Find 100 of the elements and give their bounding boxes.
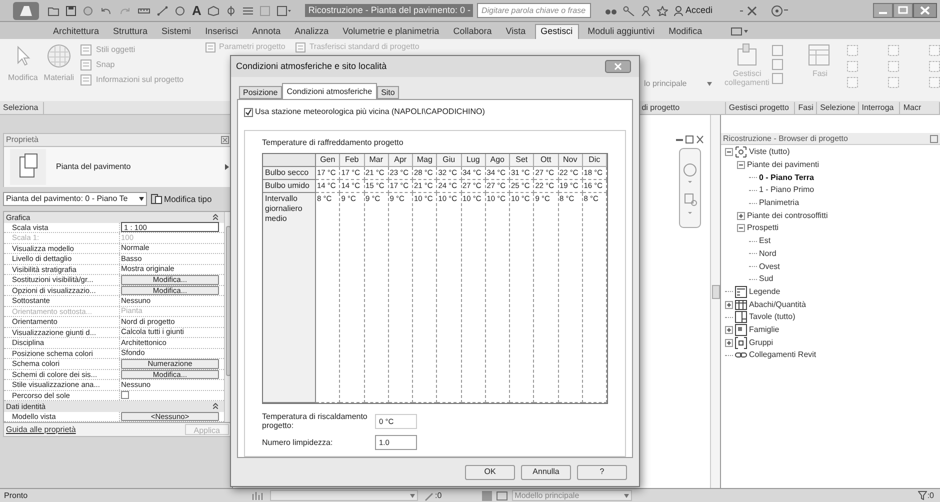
sheet-icon (735, 311, 747, 324)
column-header: Ott (534, 154, 558, 167)
view-window-controls-icon[interactable] (675, 135, 705, 144)
expand-icon[interactable] (737, 212, 745, 220)
design-option-icon[interactable] (496, 490, 508, 500)
text-tool-icon[interactable]: A (192, 4, 202, 17)
snap-icon (80, 59, 92, 71)
scrollbar[interactable] (710, 115, 720, 488)
tree-item[interactable]: Nord (759, 248, 776, 260)
collapse-icon[interactable] (213, 214, 218, 220)
ribbon-tab[interactable]: Volumetrie e planimetria (338, 24, 444, 39)
ribbon-tab[interactable]: Inserisci (200, 24, 244, 39)
dialog-tab[interactable]: Sito (377, 86, 399, 99)
workset-dropdown[interactable] (270, 490, 418, 501)
ribbon-tab[interactable]: Modifica (664, 24, 708, 39)
sign-in-button[interactable]: Accedi (674, 4, 712, 18)
maximize-icon[interactable] (893, 3, 913, 18)
tree-item[interactable]: Viste (tutto) (749, 146, 790, 158)
collapse-icon[interactable] (737, 224, 745, 232)
panel-header: Ricostruzione - Browser di progetto (721, 133, 940, 145)
tree-item[interactable]: Piante dei pavimenti (747, 159, 820, 172)
close-icon[interactable] (221, 136, 229, 144)
floor-plan-icon (10, 149, 46, 185)
worksets-icon[interactable] (252, 490, 264, 500)
status-count: :0 (435, 490, 442, 502)
key-icon[interactable] (623, 6, 636, 16)
star-icon[interactable] (657, 6, 668, 16)
help-link[interactable]: Guida alle proprietà (6, 424, 76, 436)
tree-item[interactable]: Abachi/Quantità (749, 298, 806, 311)
dimension-icon[interactable] (157, 6, 168, 16)
search-field[interactable]: Digitare parola chiave o frase (477, 3, 592, 18)
column-header: Gen (316, 154, 340, 167)
ribbon-tab[interactable]: Analizza (290, 24, 334, 39)
caret-icon (624, 494, 629, 498)
dialog-button[interactable]: Annulla (521, 464, 571, 480)
ribbon-tab[interactable]: Sistemi (156, 24, 196, 39)
checkbox[interactable] (121, 391, 129, 400)
expand-icon[interactable] (725, 300, 733, 309)
status-count: :0 (927, 490, 934, 502)
dialog-tab[interactable]: Posizione (239, 86, 282, 99)
tree-item[interactable]: 0 - Piano Terra (759, 172, 814, 184)
styles-icon (80, 44, 92, 56)
minimize-icon[interactable] (873, 3, 893, 18)
group-title: Temperature di raffreddamento progetto (262, 137, 404, 149)
ribbon-tab[interactable]: Annota (247, 24, 286, 39)
tree-item[interactable]: Ovest (759, 260, 780, 273)
undo-icon[interactable] (100, 6, 112, 16)
collapse-icon[interactable] (737, 161, 745, 170)
app-menu-icon[interactable] (12, 0, 40, 20)
filter-icon[interactable] (918, 491, 928, 500)
measure-icon[interactable] (138, 6, 150, 16)
row-header: Intervallo giornaliero medio (263, 193, 316, 403)
switch-windows-icon[interactable] (277, 6, 292, 16)
save-icon[interactable] (66, 6, 76, 16)
ribbon-tab[interactable]: Moduli aggiuntivi (582, 24, 660, 39)
tree-item[interactable]: Planimetria (759, 197, 800, 210)
tree-item[interactable]: 1 - Piano Primo (759, 184, 814, 196)
edit-type-button[interactable]: Modifica tipo (151, 192, 212, 206)
tree-item[interactable]: Sud (759, 273, 774, 286)
restore-icon[interactable] (930, 134, 938, 142)
collapse-icon[interactable] (213, 403, 218, 410)
type-selector[interactable]: Pianta del pavimento (3, 147, 232, 187)
tree-item[interactable]: Gruppi (749, 336, 774, 349)
tree-item[interactable]: Est (759, 235, 771, 248)
schedule-icon (735, 298, 747, 311)
navigation-bar[interactable] (679, 148, 701, 228)
close-icon[interactable] (913, 3, 937, 18)
tree-item[interactable]: Prospetti (747, 222, 779, 234)
thin-lines-icon[interactable] (243, 6, 254, 16)
dialog-button[interactable]: OK (465, 464, 515, 480)
tree-item[interactable]: Tavole (tutto) (749, 311, 796, 324)
sphere-icon (46, 43, 72, 69)
column-header: Ago (486, 154, 510, 167)
column-header: Lug (462, 154, 486, 167)
column-header: Set (510, 154, 534, 167)
panel-toggle-icon[interactable] (731, 27, 750, 36)
instance-dropdown[interactable]: Pianta del pavimento: 0 - Piano Te (3, 192, 147, 206)
ribbon-tab[interactable]: Collabora (448, 24, 497, 39)
folder-icon[interactable] (48, 6, 59, 16)
ribbon-tab[interactable]: Struttura (108, 24, 153, 39)
tree-item[interactable]: Legende (749, 286, 780, 298)
expand-icon[interactable] (725, 338, 733, 347)
dialog-button[interactable]: ? (577, 464, 627, 480)
panel-label: Selezione (817, 102, 859, 114)
panel-label: Macr (900, 102, 940, 114)
linked-file-icon (735, 43, 759, 67)
close-icon[interactable] (605, 60, 631, 73)
tree-item[interactable]: Collegamenti Revit (749, 349, 816, 362)
tree-item[interactable]: Piante dei controsoffitti (747, 210, 828, 222)
expand-icon[interactable] (725, 326, 733, 334)
tree-item[interactable]: Famiglie (749, 324, 780, 336)
caret-icon (410, 494, 415, 498)
checkbox[interactable] (244, 108, 253, 116)
edit-type-icon (151, 194, 162, 204)
ribbon-tab[interactable]: Vista (500, 24, 531, 39)
collapse-icon[interactable] (725, 148, 733, 156)
legend-icon (735, 286, 747, 298)
ribbon-tab[interactable]: Gestisci (534, 24, 579, 39)
ribbon-tab[interactable]: Architettura (48, 24, 104, 39)
dialog-tab[interactable]: Condizioni atmosferiche (282, 83, 378, 99)
